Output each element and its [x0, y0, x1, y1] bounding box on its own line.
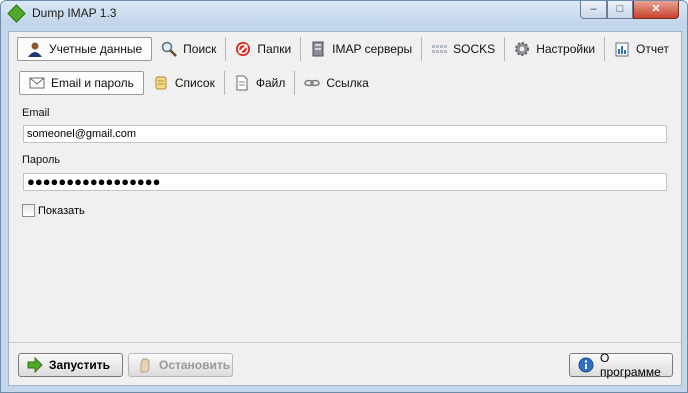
subtab-email-password-label: Email и пароль: [51, 76, 134, 90]
subtab-file-label: Файл: [255, 76, 286, 90]
tab-folders[interactable]: Папки: [226, 37, 302, 61]
client-area: Учетные данные Поиск Папки IMAP серверы: [8, 31, 682, 386]
about-button-label: О программе: [600, 351, 661, 379]
envelope-icon: [29, 75, 45, 91]
socks-icon: [431, 41, 448, 57]
stop-button-label: Остановить: [159, 358, 231, 372]
server-icon: [310, 41, 326, 57]
stop-button[interactable]: Остановить: [128, 353, 233, 377]
sub-tab-bar: Email и пароль Список Файл Ссылка: [19, 71, 378, 97]
run-button-label: Запустить: [49, 358, 110, 372]
user-icon: [27, 41, 43, 57]
password-label: Пароль: [22, 154, 61, 166]
app-window: Dump IMAP 1.3 – □ ✕ Учетные данные Поиск: [0, 0, 688, 393]
gear-icon: [514, 41, 530, 57]
about-button[interactable]: О программе: [569, 351, 673, 379]
divider: [9, 342, 681, 343]
title-bar[interactable]: Dump IMAP 1.3 – □ ✕: [1, 1, 687, 25]
tab-imap-servers[interactable]: IMAP серверы: [301, 37, 423, 61]
tab-socks-label: SOCKS: [453, 42, 496, 56]
app-logo-icon: [7, 4, 26, 23]
stop-sign-icon: [235, 41, 251, 57]
tab-credentials-label: Учетные данные: [49, 42, 143, 56]
subtab-email-password[interactable]: Email и пароль: [19, 71, 144, 95]
tab-socks[interactable]: SOCKS: [422, 37, 506, 61]
password-field[interactable]: ●●●●●●●●●●●●●●●●●: [23, 173, 667, 191]
tab-folders-label: Папки: [257, 42, 292, 56]
tab-search-label: Поиск: [183, 42, 217, 56]
show-password-label: Показать: [38, 204, 85, 217]
tab-imap-servers-label: IMAP серверы: [332, 42, 413, 56]
show-password-checkbox[interactable]: Показать: [22, 204, 85, 217]
email-field[interactable]: someonel@gmail.com: [23, 125, 667, 143]
tab-settings-label: Настройки: [536, 42, 596, 56]
file-icon: [234, 75, 250, 91]
link-icon: [304, 75, 321, 91]
main-tab-bar: Учетные данные Поиск Папки IMAP серверы: [17, 37, 678, 63]
tab-settings[interactable]: Настройки: [505, 37, 606, 61]
window-title: Dump IMAP 1.3: [32, 6, 117, 20]
subtab-file[interactable]: Файл: [225, 71, 296, 95]
hand-icon: [137, 357, 153, 373]
tab-report-label: Отчет: [636, 42, 669, 56]
info-icon: [578, 357, 594, 373]
checkbox-box[interactable]: [22, 204, 35, 217]
subtab-list-label: Список: [174, 76, 215, 90]
subtab-link-label: Ссылка: [326, 76, 369, 90]
minimize-button[interactable]: –: [580, 1, 607, 19]
subtab-list[interactable]: Список: [144, 71, 225, 95]
search-icon: [161, 41, 178, 57]
arrow-right-icon: [27, 356, 43, 374]
tab-credentials[interactable]: Учетные данные: [17, 37, 153, 61]
maximize-button[interactable]: □: [607, 1, 633, 19]
subtab-link[interactable]: Ссылка: [295, 71, 377, 95]
scroll-icon: [153, 75, 169, 91]
email-label: Email: [22, 107, 50, 119]
tab-report[interactable]: Отчет: [605, 37, 678, 61]
close-button[interactable]: ✕: [633, 1, 679, 19]
tab-search[interactable]: Поиск: [152, 37, 227, 61]
run-button[interactable]: Запустить: [18, 353, 123, 377]
report-icon: [614, 41, 630, 57]
